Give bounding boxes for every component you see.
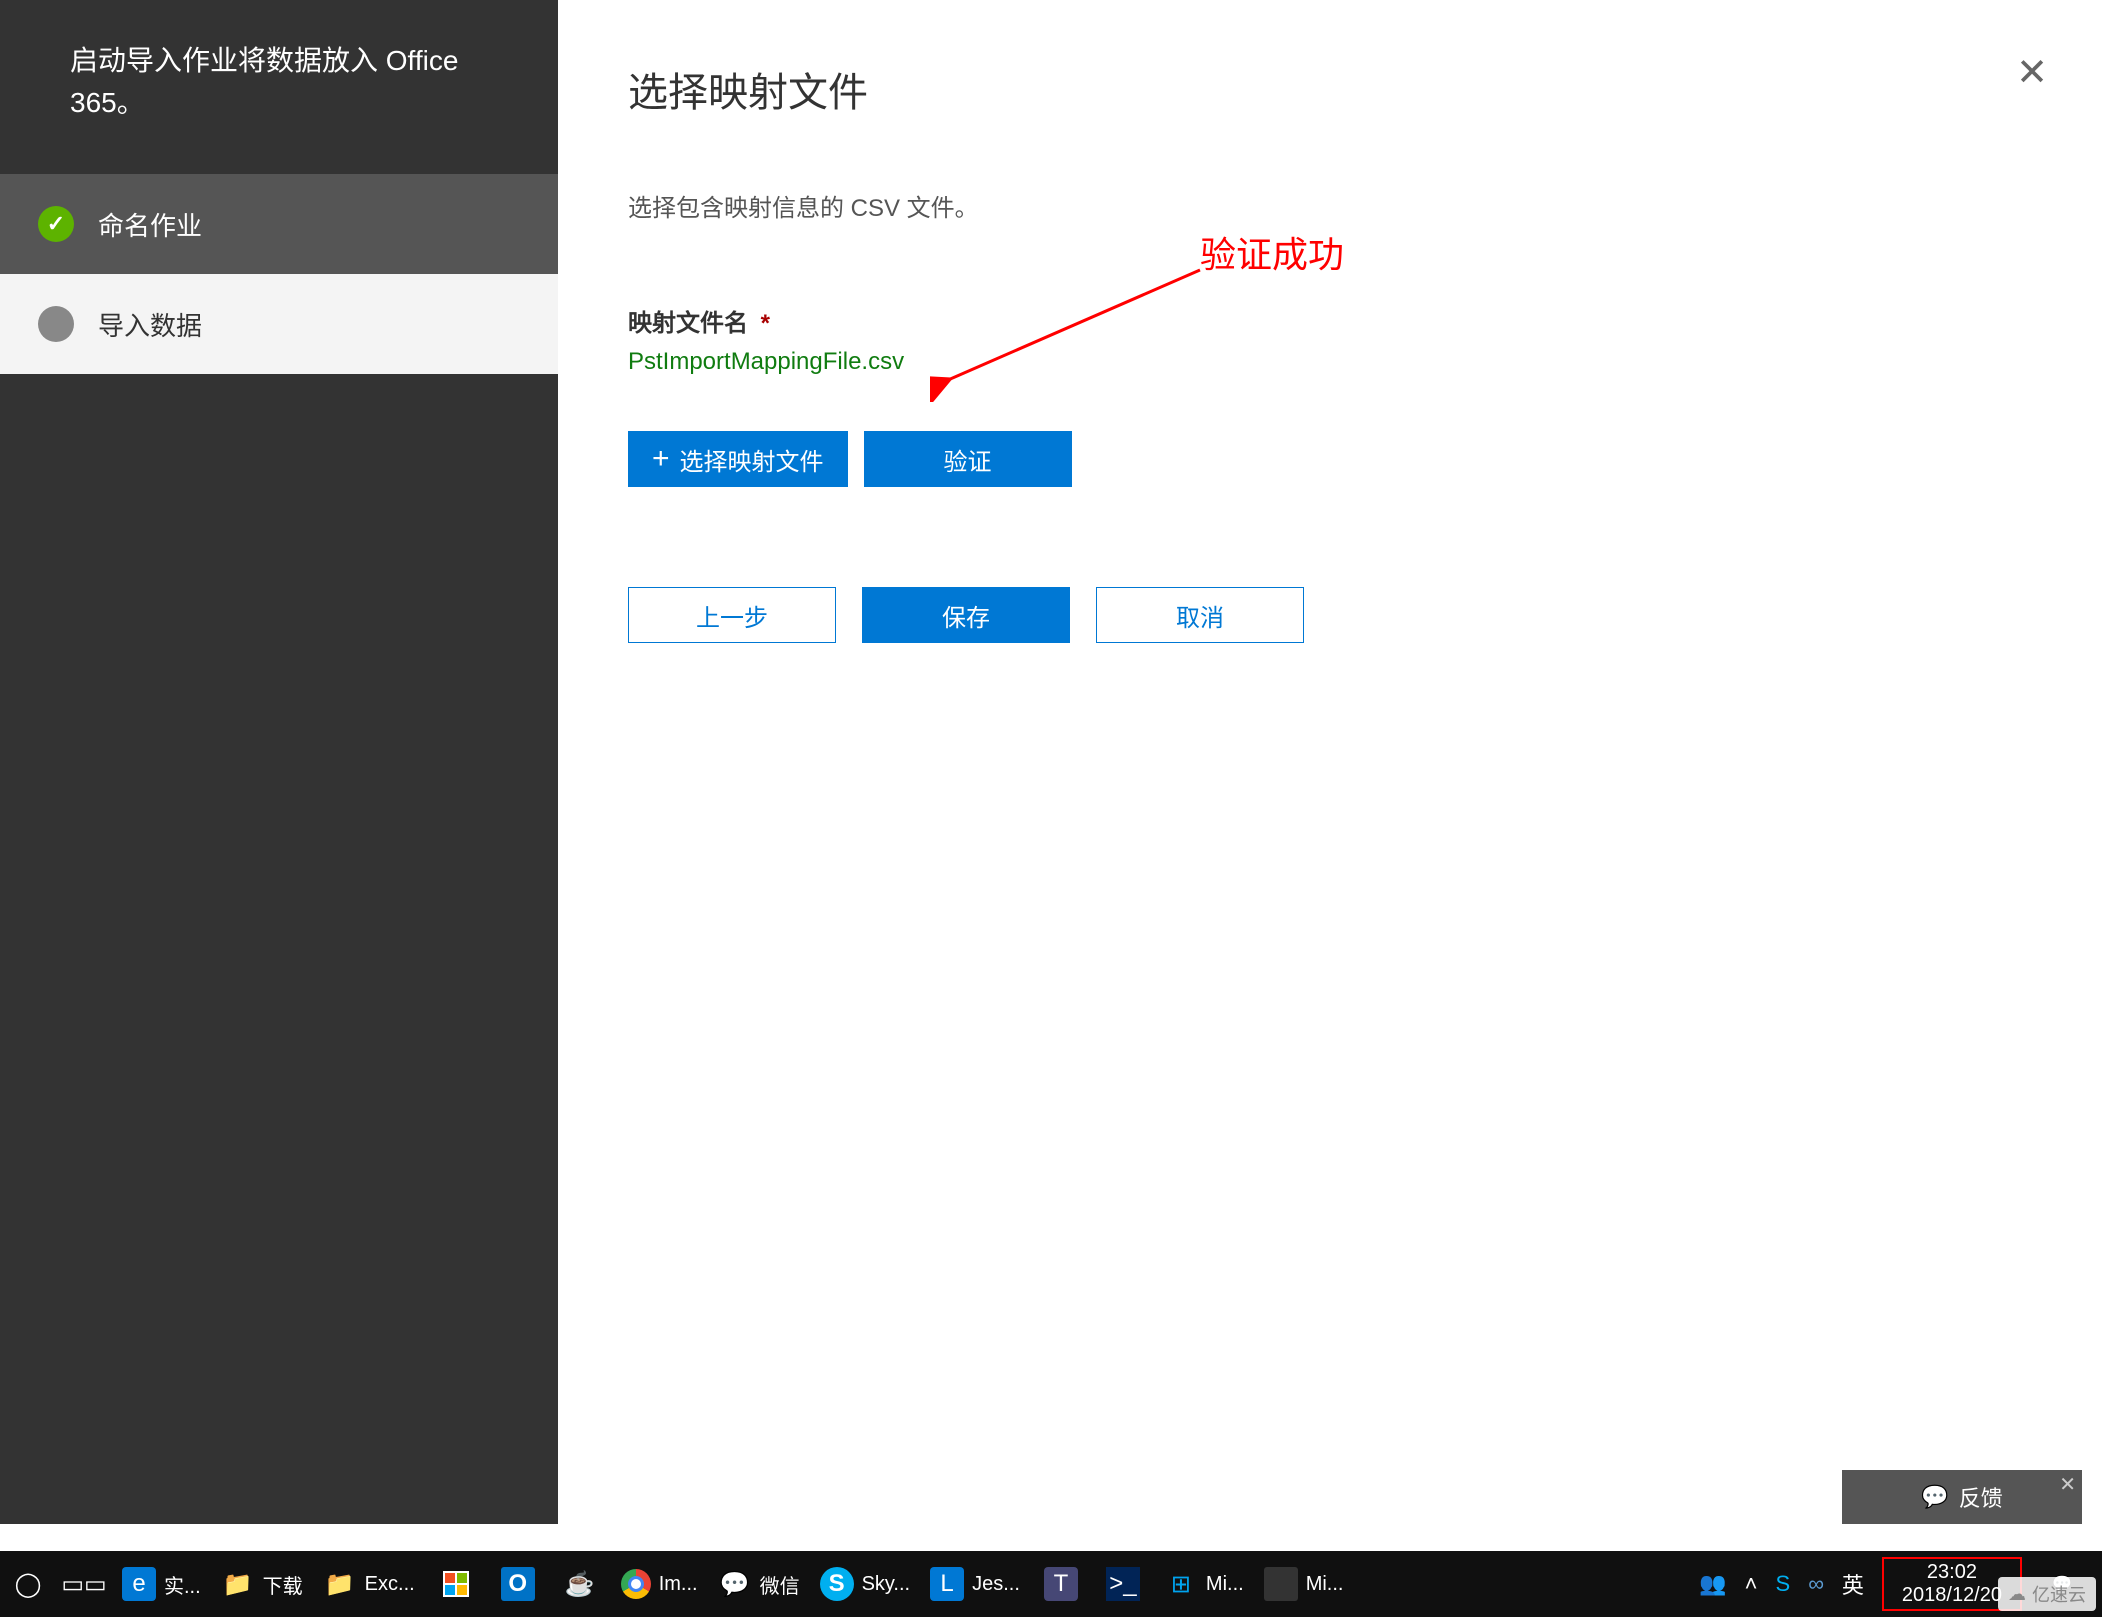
folder-icon: 📁	[323, 1567, 357, 1601]
cloud-icon: ☁	[2008, 1584, 2026, 1605]
annotation-label: 验证成功	[1200, 226, 1344, 278]
java-icon: ☕	[563, 1567, 597, 1601]
taskbar-label: Mi...	[1206, 1573, 1244, 1596]
taskbar-label: 下载	[263, 1570, 303, 1599]
taskview-icon: ▭▭	[67, 1567, 101, 1601]
feedback-label: 反馈	[1959, 1481, 2003, 1513]
teams-icon: T	[1044, 1567, 1078, 1601]
close-icon[interactable]: ✕	[2016, 50, 2048, 95]
taskbar-app-outlook[interactable]: O	[487, 1551, 549, 1617]
watermark-text: 亿速云	[2032, 1581, 2086, 1607]
tray-app-icon[interactable]: ∞	[1808, 1571, 1824, 1597]
page-title: 选择映射文件	[628, 60, 2032, 118]
edge-icon: e	[122, 1567, 156, 1601]
windows-icon: ⊞	[1164, 1567, 1198, 1601]
watermark: ☁ 亿速云	[1998, 1577, 2096, 1611]
taskbar-label: Exc...	[365, 1573, 415, 1596]
taskbar-label: Mi...	[1306, 1573, 1344, 1596]
cortana-button[interactable]: ◯	[0, 1551, 56, 1617]
feedback-button[interactable]: 💬 反馈 ✕	[1842, 1470, 2082, 1524]
ime-indicator[interactable]: 英	[1842, 1568, 1864, 1600]
windows-taskbar: ◯ ▭▭ e 实... 📁 下载 📁 Exc... O	[0, 1551, 2102, 1617]
button-label: 取消	[1176, 598, 1224, 633]
check-circle-icon	[38, 206, 74, 242]
taskbar-app-edge[interactable]: e 实...	[112, 1551, 211, 1617]
lync-icon: L	[930, 1567, 964, 1601]
mapping-file-field: 映射文件名 * PstImportMappingFile.csv	[628, 303, 2032, 376]
wizard-title: 启动导入作业将数据放入 Office 365。	[0, 0, 558, 174]
powershell-icon: >_	[1106, 1567, 1140, 1601]
wizard-step-label: 命名作业	[98, 206, 202, 243]
taskbar-app-chrome[interactable]: Im...	[611, 1551, 708, 1617]
clock-date: 2018/12/20	[1902, 1584, 2002, 1607]
wizard-step-label: 导入数据	[98, 306, 202, 343]
wizard-nav-row: 上一步 保存 取消	[628, 587, 2032, 643]
wizard-step-import-data[interactable]: 导入数据	[0, 274, 558, 374]
skype-icon: S	[820, 1567, 854, 1601]
taskbar-left: ◯ ▭▭ e 实... 📁 下载 📁 Exc... O	[0, 1551, 1689, 1617]
taskbar-label: Im...	[659, 1573, 698, 1596]
taskbar-app-skype[interactable]: S Sky...	[810, 1551, 921, 1617]
clock-time: 23:02	[1902, 1561, 2002, 1584]
taskbar-app-wechat[interactable]: 💬 微信	[708, 1551, 810, 1617]
taskbar-label: Jes...	[972, 1573, 1020, 1596]
tray-skype-icon[interactable]: S	[1776, 1571, 1791, 1597]
button-label: 上一步	[696, 598, 768, 633]
button-label: 保存	[942, 598, 990, 633]
chat-icon: 💬	[1921, 1484, 1948, 1510]
taskbar-app-downloads[interactable]: 📁 下载	[211, 1551, 313, 1617]
outlook-icon: O	[501, 1567, 535, 1601]
save-button[interactable]: 保存	[862, 587, 1070, 643]
taskbar-label: 实...	[164, 1570, 201, 1599]
folder-icon: 📁	[221, 1567, 255, 1601]
close-feedback-icon[interactable]: ✕	[2059, 1472, 2076, 1497]
wechat-icon: 💬	[718, 1567, 752, 1601]
validate-button[interactable]: 验证	[864, 431, 1072, 487]
button-label: 验证	[944, 442, 992, 477]
app-root: 启动导入作业将数据放入 Office 365。 命名作业 导入数据 ✕ 选择映射…	[0, 0, 2102, 1617]
pending-circle-icon	[38, 306, 74, 342]
server-manager-icon	[1264, 1567, 1298, 1601]
taskbar-app-teams[interactable]: T	[1030, 1551, 1092, 1617]
instruction-text: 选择包含映射信息的 CSV 文件。	[628, 188, 2032, 223]
taskbar-label: Sky...	[862, 1573, 911, 1596]
taskbar-app-java[interactable]: ☕	[549, 1551, 611, 1617]
taskbar-app-powershell[interactable]: >_	[1092, 1551, 1154, 1617]
wizard-step-name-job[interactable]: 命名作业	[0, 174, 558, 274]
taskbar-app-excel-folder[interactable]: 📁 Exc...	[313, 1551, 425, 1617]
chrome-icon	[621, 1569, 651, 1599]
selected-file-name: PstImportMappingFile.csv	[628, 348, 2032, 376]
field-label-text: 映射文件名	[628, 310, 748, 337]
ms-store-icon	[443, 1571, 469, 1597]
plus-icon: +	[652, 442, 670, 476]
taskview-button[interactable]: ▭▭	[56, 1551, 112, 1617]
tray-chevron-icon[interactable]: ˄	[1745, 1571, 1758, 1597]
cortana-icon: ◯	[11, 1567, 45, 1601]
taskbar-label: 微信	[760, 1570, 800, 1599]
wizard-sidebar: 启动导入作业将数据放入 Office 365。 命名作业 导入数据	[0, 0, 558, 1524]
required-asterisk: *	[761, 310, 770, 337]
taskbar-app-terminal[interactable]: ⊞ Mi...	[1154, 1551, 1254, 1617]
file-action-row: + 选择映射文件 验证	[628, 431, 2032, 487]
taskbar-app-lync[interactable]: L Jes...	[920, 1551, 1030, 1617]
back-button[interactable]: 上一步	[628, 587, 836, 643]
taskbar-clock[interactable]: 23:02 2018/12/20	[1894, 1561, 2010, 1607]
select-mapping-file-button[interactable]: + 选择映射文件	[628, 431, 848, 487]
people-icon[interactable]: 👥	[1699, 1571, 1726, 1597]
taskbar-app-servermgr[interactable]: Mi...	[1254, 1551, 1354, 1617]
button-label: 选择映射文件	[680, 442, 824, 477]
taskbar-app-store[interactable]	[425, 1551, 487, 1617]
cancel-button[interactable]: 取消	[1096, 587, 1304, 643]
